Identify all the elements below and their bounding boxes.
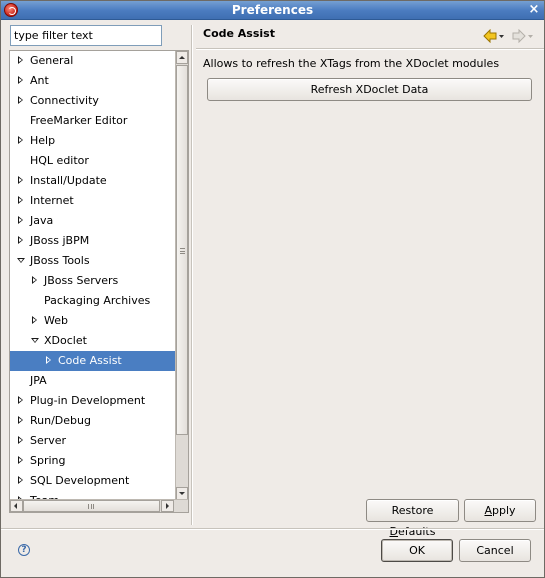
tree-vertical-scrollbar[interactable] [175, 51, 188, 500]
tree-item[interactable]: Internet [10, 191, 175, 211]
collapsed-arrow-icon[interactable] [16, 411, 26, 431]
expanded-arrow-icon[interactable] [30, 331, 40, 351]
collapsed-arrow-icon[interactable] [16, 451, 26, 471]
tree-item-label: Spring [30, 454, 66, 467]
tree-item-label: JBoss jBPM [30, 234, 90, 247]
tree-item-label: JBoss Servers [44, 274, 119, 287]
restore-defaults-button[interactable]: Restore Defaults [366, 499, 459, 538]
apply-label-post: pply [492, 504, 516, 517]
tree-item[interactable]: Server [10, 431, 175, 451]
tree-item-label: JBoss Tools [30, 254, 90, 267]
tree-item[interactable]: Connectivity [10, 91, 175, 111]
ok-button[interactable]: OK [381, 539, 453, 562]
tree-item[interactable]: Web [10, 311, 175, 331]
page-description: Allows to refresh the XTags from the XDo… [203, 57, 500, 70]
collapsed-arrow-icon[interactable] [44, 351, 54, 371]
collapsed-arrow-icon[interactable] [16, 171, 26, 191]
help-icon[interactable]: ? [18, 544, 30, 556]
collapsed-arrow-icon[interactable] [16, 471, 26, 491]
restore-label-pre: Restore [391, 504, 434, 517]
tree-item-label: Install/Update [30, 174, 107, 187]
collapsed-arrow-icon[interactable] [30, 271, 40, 291]
tree-item[interactable]: Run/Debug [10, 411, 175, 431]
tree-item-label: Code Assist [58, 354, 122, 367]
tree-item-label: FreeMarker Editor [30, 114, 128, 127]
close-icon[interactable]: × [527, 3, 541, 17]
tree-item-label: Internet [30, 194, 74, 207]
tree-item[interactable]: SQL Development [10, 471, 175, 491]
tree-item-label: Help [30, 134, 56, 147]
tree-item[interactable]: Code Assist [10, 351, 175, 371]
tree-item-label: JPA [30, 374, 47, 387]
tree-item-label: Web [44, 314, 68, 327]
tree-item[interactable]: XDoclet [10, 331, 175, 351]
window-title: Preferences [231, 3, 314, 17]
tree-item-label: General [30, 54, 74, 67]
tree-item-label: Plug-in Development [30, 394, 146, 407]
vertical-scroll-thumb[interactable] [176, 65, 188, 435]
tree-item-label: SQL Development [30, 474, 130, 487]
tree-item-label: Connectivity [30, 94, 99, 107]
apply-button[interactable]: Apply [464, 499, 536, 522]
filter-input[interactable] [10, 25, 162, 46]
collapsed-arrow-icon[interactable] [16, 71, 26, 91]
scroll-right-icon[interactable] [161, 500, 174, 512]
restore-mnemonic: D [389, 525, 399, 538]
scroll-left-icon[interactable] [10, 500, 23, 512]
tree-item[interactable]: Packaging Archives [10, 291, 175, 311]
collapsed-arrow-icon[interactable] [16, 191, 26, 211]
tree-horizontal-scrollbar[interactable] [10, 499, 188, 512]
tree-item-label: XDoclet [44, 334, 87, 347]
collapsed-arrow-icon[interactable] [16, 51, 26, 71]
collapsed-arrow-icon[interactable] [16, 431, 26, 451]
tree-item-label: Server [30, 434, 67, 447]
tree-item[interactable]: Help [10, 131, 175, 151]
tree-item[interactable]: JBoss Tools [10, 251, 175, 271]
tree-item[interactable]: FreeMarker Editor [10, 111, 175, 131]
refresh-xdoclet-button[interactable]: Refresh XDoclet Data [207, 78, 532, 101]
tree-list: General Ant Connectivity FreeMarker Editor H… [10, 51, 175, 511]
tree-item[interactable]: Install/Update [10, 171, 175, 191]
collapsed-arrow-icon[interactable] [16, 391, 26, 411]
tree-item-label: Ant [30, 74, 49, 87]
page-title: Code Assist [203, 27, 275, 40]
tree-item-label: Java [30, 214, 54, 227]
tree-item[interactable]: JBoss jBPM [10, 231, 175, 251]
header-separator [196, 48, 545, 50]
back-arrow-icon[interactable] [483, 29, 505, 43]
collapsed-arrow-icon[interactable] [16, 131, 26, 151]
collapsed-arrow-icon[interactable] [30, 311, 40, 331]
restore-label-post: efaults [398, 525, 436, 538]
tree-item[interactable]: Spring [10, 451, 175, 471]
title-bar[interactable]: Preferences × [0, 0, 545, 20]
collapsed-arrow-icon[interactable] [16, 91, 26, 111]
tree-item-label: Packaging Archives [44, 294, 151, 307]
tree-item[interactable]: Java [10, 211, 175, 231]
tree-item[interactable]: General [10, 51, 175, 71]
cancel-button[interactable]: Cancel [459, 539, 531, 562]
preference-tree[interactable]: General Ant Connectivity FreeMarker Editor H… [9, 50, 189, 513]
scroll-up-icon[interactable] [176, 51, 188, 64]
collapsed-arrow-icon[interactable] [16, 231, 26, 251]
tree-item[interactable]: Plug-in Development [10, 391, 175, 411]
tree-item[interactable]: JPA [10, 371, 175, 391]
tree-item-label: Run/Debug [30, 414, 91, 427]
horizontal-scroll-thumb[interactable] [23, 500, 160, 512]
tree-item-label: HQL editor [30, 154, 89, 167]
tree-item[interactable]: HQL editor [10, 151, 175, 171]
expanded-arrow-icon[interactable] [16, 251, 26, 271]
pane-sash[interactable] [191, 25, 193, 525]
collapsed-arrow-icon[interactable] [16, 211, 26, 231]
tree-item[interactable]: JBoss Servers [10, 271, 175, 291]
tree-item[interactable]: Ant [10, 71, 175, 91]
forward-arrow-icon[interactable] [512, 29, 534, 43]
apply-mnemonic: A [484, 504, 492, 517]
bottom-separator [0, 528, 545, 530]
